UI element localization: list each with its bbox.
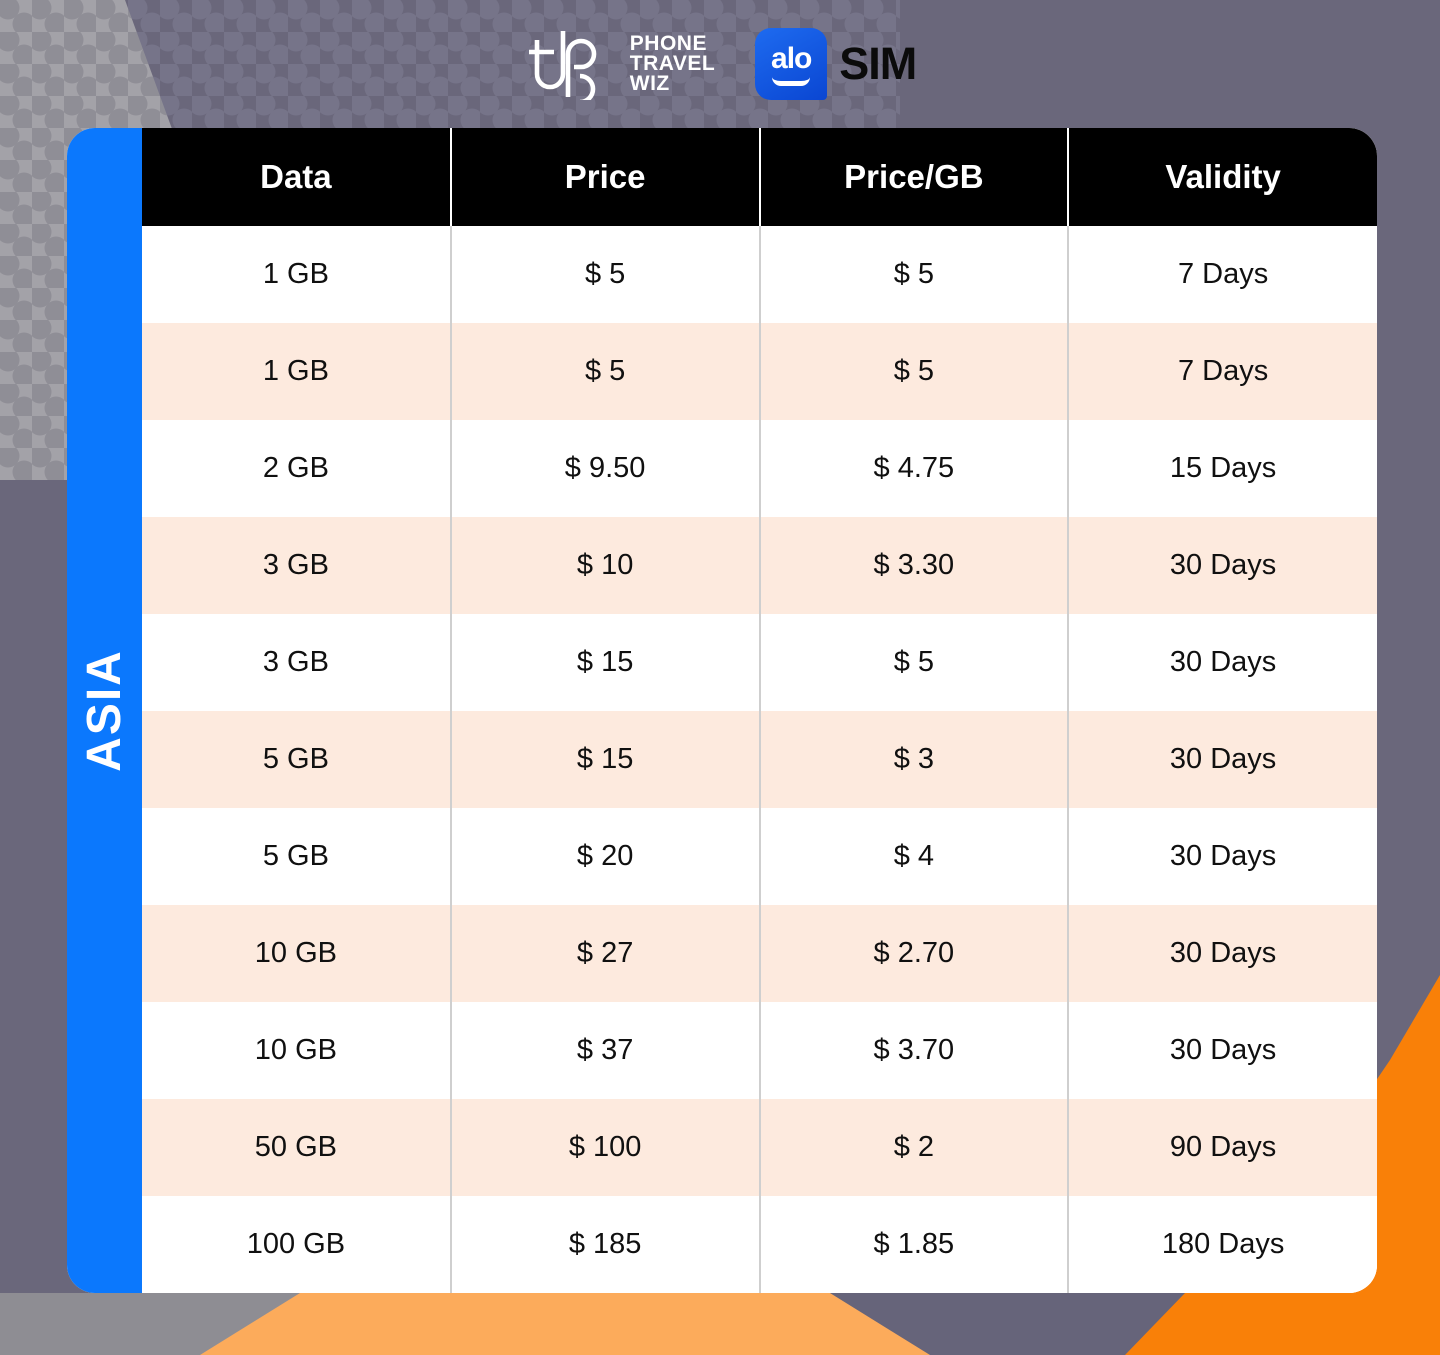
- plan-price-cell: $ 185: [450, 1196, 761, 1293]
- sim-wordmark: SIM: [839, 38, 917, 89]
- alo-badge-icon: alo: [755, 28, 828, 100]
- plan-price-cell: $ 9.50: [450, 420, 761, 517]
- phone-travel-wiz-logo-icon: [528, 31, 597, 100]
- plan-price-per-gb-cell: $ 2.70: [759, 905, 1070, 1002]
- plan-price-cell: $ 5: [450, 323, 761, 420]
- column-header-data: Data: [142, 128, 452, 226]
- column-header-price-per-gb: Price/GB: [759, 128, 1070, 226]
- table-header-row: Data Price Price/GB Validity: [142, 128, 1377, 226]
- plan-validity-cell: 30 Days: [1169, 937, 1277, 969]
- plan-data-cell: 1 GB: [142, 226, 452, 323]
- plan-validity-cell: 90 Days: [1169, 1131, 1277, 1163]
- alo-badge-text: alo: [771, 41, 812, 75]
- plan-price-cell: $ 15: [450, 711, 761, 808]
- pricing-table: Data Price Price/GB Validity 1 GB $ 5 $ 57…: [142, 128, 1377, 1293]
- plan-data-cell: 10 GB: [142, 1002, 452, 1099]
- plan-data-cell: 100 GB: [142, 1196, 452, 1293]
- brand-line-1: PHONE: [629, 32, 707, 55]
- region-label: ASIA: [78, 649, 131, 772]
- table-row: 10 GB $ 27 $ 2.70 30 Days: [142, 905, 1377, 1002]
- plan-price-per-gb-cell: $ 4.75: [759, 420, 1070, 517]
- plan-data-cell: 5 GB: [142, 711, 452, 808]
- table-row: 2 GB $ 9.50 $ 4.75 15 Days: [142, 420, 1377, 517]
- plan-validity-cell: 30 Days: [1169, 646, 1277, 678]
- region-sidebar: ASIA: [67, 128, 142, 1293]
- column-header-validity: Validity: [1068, 128, 1377, 226]
- table-row: 3 GB $ 10 $ 3.30 30 Days: [142, 517, 1377, 614]
- brand-line-3: WIZ: [629, 72, 670, 95]
- brand-line-2: TRAVEL: [629, 52, 716, 75]
- plan-price-per-gb-cell: $ 5: [759, 226, 1070, 323]
- alosim-logo: alo SIM: [755, 28, 917, 100]
- pricing-card: ASIA PHONE TRAVEL WIZ Data: [67, 128, 1377, 1293]
- plan-price-per-gb-cell: $ 3: [759, 711, 1070, 808]
- plan-price-per-gb-cell: $ 1.85: [759, 1196, 1070, 1293]
- alo-smile-icon: [772, 77, 811, 86]
- table-row: 5 GB $ 15 $ 3 30 Days: [142, 711, 1377, 808]
- phone-travel-wiz-logo: PHONE TRAVEL WIZ: [524, 28, 715, 100]
- table-row: 100 GB $ 185 $ 1.85 180 Days: [142, 1196, 1377, 1293]
- plan-data-cell: 2 GB: [142, 420, 452, 517]
- column-header-price: Price: [450, 128, 761, 226]
- plan-data-cell: 3 GB: [142, 614, 452, 711]
- plan-price-cell: $ 10: [450, 517, 761, 614]
- plan-data-cell: 5 GB: [142, 808, 452, 905]
- table-row: 1 GB $ 5 $ 57 Days: [142, 323, 1377, 420]
- plan-validity-cell: 7 Days: [1177, 258, 1269, 290]
- plan-price-cell: $ 15: [450, 614, 761, 711]
- plan-validity-cell: 30 Days: [1169, 549, 1277, 581]
- table-row: 5 GB $ 20 $ 4 30 Days: [142, 808, 1377, 905]
- plan-price-per-gb-cell: $ 3.70: [759, 1002, 1070, 1099]
- table-row: 1 GB $ 5 $ 57 Days: [142, 226, 1377, 323]
- plan-price-per-gb-cell: $ 5: [759, 323, 1070, 420]
- plan-price-cell: $ 100: [450, 1099, 761, 1196]
- plan-price-per-gb-cell: $ 3.30: [759, 517, 1070, 614]
- plan-data-cell: 3 GB: [142, 517, 452, 614]
- plan-validity-cell: 30 Days: [1169, 1034, 1277, 1066]
- pricing-table-container: PHONE TRAVEL WIZ Data Price: [142, 128, 1377, 1293]
- table-row: 50 GB $ 100 $ 2 90 Days: [142, 1099, 1377, 1196]
- table-row: 10 GB $ 37 $ 3.70 30 Days: [142, 1002, 1377, 1099]
- plan-price-per-gb-cell: $ 5: [759, 614, 1070, 711]
- plan-data-cell: 10 GB: [142, 905, 452, 1002]
- plan-price-cell: $ 5: [450, 226, 761, 323]
- plan-validity-cell: 30 Days: [1169, 840, 1277, 872]
- plan-price-per-gb-cell: $ 2: [759, 1099, 1070, 1196]
- page-header: PHONE TRAVEL WIZ alo SIM: [0, 0, 1440, 128]
- plan-validity-cell: 15 Days: [1169, 452, 1277, 484]
- plan-price-cell: $ 37: [450, 1002, 761, 1099]
- plan-validity-cell: 180 Days: [1161, 1228, 1285, 1260]
- plan-price-per-gb-cell: $ 4: [759, 808, 1070, 905]
- table-row: 3 GB $ 15 $ 5 30 Days: [142, 614, 1377, 711]
- table-body: 1 GB $ 5 $ 57 Days 1 GB $ 5 $ 57 Days 2 GB $ 9.…: [142, 226, 1377, 1293]
- plan-validity-cell: 7 Days: [1177, 355, 1269, 387]
- plan-price-cell: $ 27: [450, 905, 761, 1002]
- brand-wordmark: PHONE TRAVEL WIZ: [629, 32, 716, 95]
- plan-data-cell: 1 GB: [142, 323, 452, 420]
- table-header: Data Price Price/GB Validity: [142, 128, 1377, 226]
- plan-price-cell: $ 20: [450, 808, 761, 905]
- plan-validity-cell: 30 Days: [1169, 743, 1277, 775]
- plan-data-cell: 50 GB: [142, 1099, 452, 1196]
